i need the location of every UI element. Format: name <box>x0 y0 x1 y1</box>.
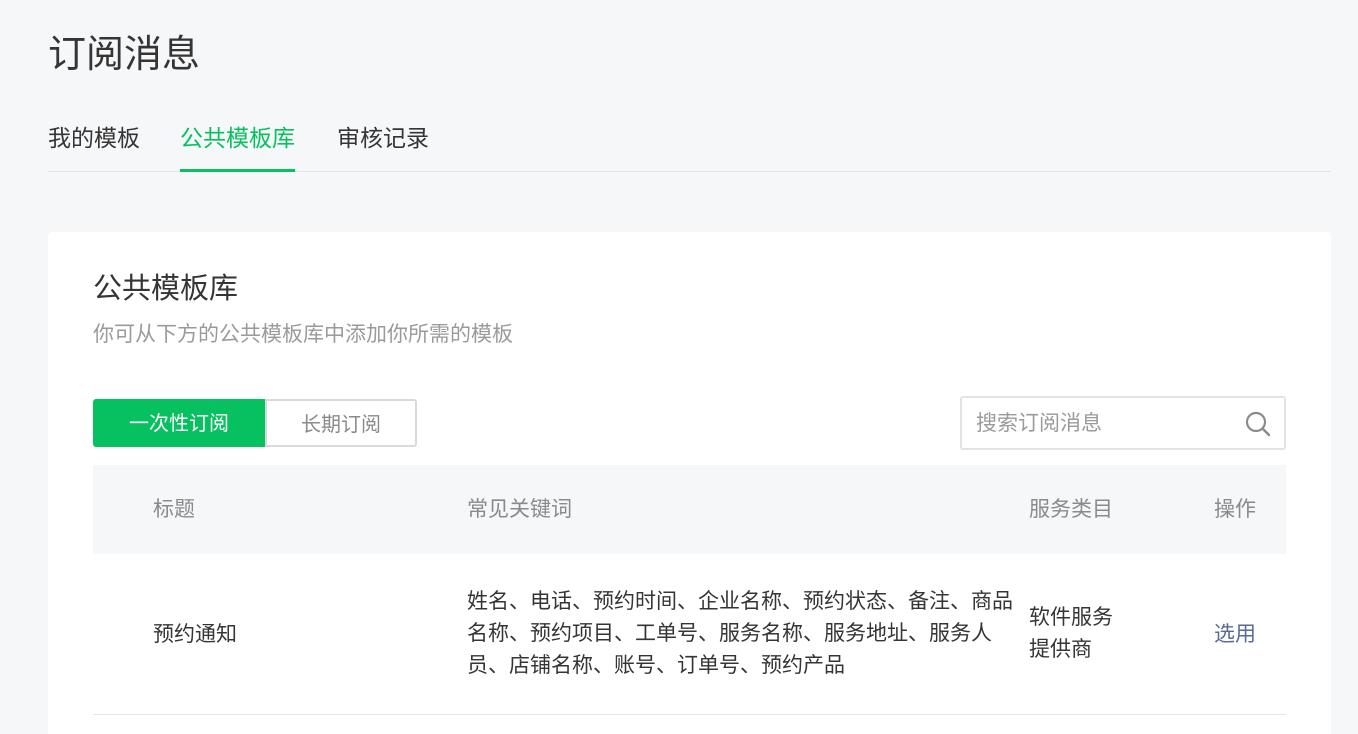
search-input[interactable] <box>976 398 1226 448</box>
row-keywords: 姓名、电话、预约时间、企业名称、预约状态、备注、商品名称、预约项目、工单号、服务… <box>467 589 1013 677</box>
long-term-subscription-button[interactable]: 长期订阅 <box>265 399 417 447</box>
row-title: 预约通知 <box>153 622 237 646</box>
column-header-keywords: 常见关键词 <box>467 497 572 521</box>
subscription-type-toggle: 一次性订阅 长期订阅 <box>93 399 417 447</box>
row-category: 软件服务提供商 <box>1029 605 1113 661</box>
search-box <box>960 396 1286 450</box>
tab-my-templates[interactable]: 我的模板 <box>48 118 140 171</box>
tab-review-records[interactable]: 审核记录 <box>337 118 429 171</box>
page-title: 订阅消息 <box>48 32 201 76</box>
tab-bar: 我的模板 公共模板库 审核记录 <box>48 118 1331 172</box>
column-header-category: 服务类目 <box>1029 497 1113 521</box>
tab-public-template-library[interactable]: 公共模板库 <box>180 118 295 172</box>
search-icon[interactable] <box>1244 410 1272 438</box>
select-template-link[interactable]: 选用 <box>1214 618 1256 650</box>
table-header: 标题 常见关键词 服务类目 操作 <box>93 465 1286 554</box>
template-library-card: 公共模板库 你可从下方的公共模板库中添加你所需的模板 一次性订阅 长期订阅 标题… <box>48 232 1331 734</box>
card-description: 你可从下方的公共模板库中添加你所需的模板 <box>93 322 513 346</box>
one-time-subscription-button[interactable]: 一次性订阅 <box>93 399 265 447</box>
column-header-action: 操作 <box>1214 497 1256 521</box>
card-title: 公共模板库 <box>93 271 239 305</box>
column-header-title: 标题 <box>153 497 195 521</box>
table-row: 预约通知 姓名、电话、预约时间、企业名称、预约状态、备注、商品名称、预约项目、工… <box>93 554 1286 715</box>
page: 订阅消息 我的模板 公共模板库 审核记录 公共模板库 你可从下方的公共模板库中添… <box>0 0 1358 734</box>
